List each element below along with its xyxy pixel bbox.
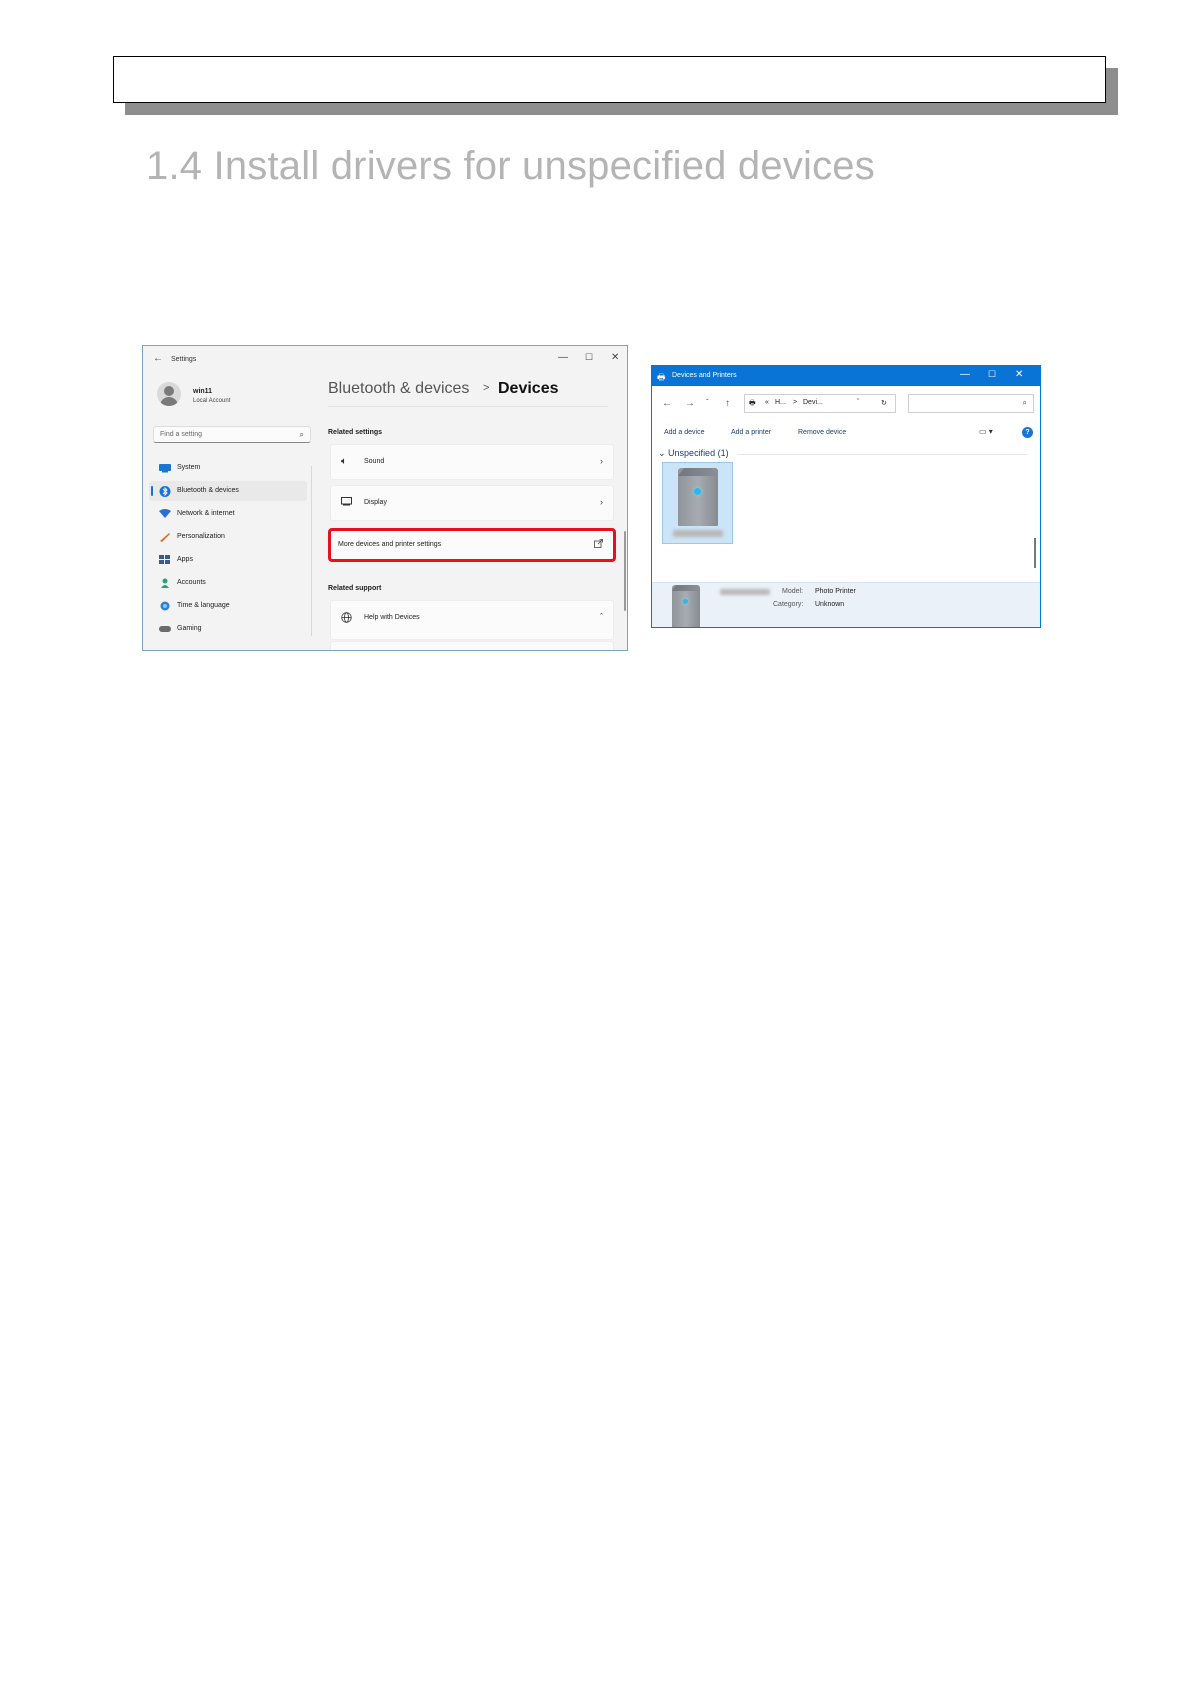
close-button[interactable]: ✕ bbox=[1015, 369, 1023, 380]
search-placeholder: Find a setting bbox=[160, 431, 203, 438]
help-with-devices[interactable]: Help with Devices ˆ bbox=[330, 600, 614, 640]
page-title: Devices bbox=[498, 380, 559, 397]
related-support-heading: Related support bbox=[328, 585, 382, 592]
device-tile[interactable] bbox=[662, 462, 733, 544]
user-name: win11 bbox=[193, 388, 213, 395]
device-tower-icon bbox=[678, 468, 718, 526]
forward-arrow-icon[interactable]: → bbox=[685, 398, 695, 409]
chevron-right-icon: › bbox=[600, 456, 603, 466]
breadcrumb-separator: > bbox=[483, 382, 490, 394]
group-divider bbox=[737, 454, 1027, 455]
sidebar-item-network[interactable]: Network & internet bbox=[149, 504, 307, 524]
remove-device-button[interactable]: Remove device bbox=[798, 429, 846, 436]
category-value: Unknown bbox=[815, 601, 845, 608]
sidebar-item-accounts[interactable]: Accounts bbox=[149, 573, 307, 593]
address-part-devices[interactable]: Devi... bbox=[803, 399, 823, 406]
chevron-right-icon: › bbox=[600, 497, 603, 507]
refresh-icon[interactable]: ↻ bbox=[881, 399, 887, 407]
devices-window-title: Devices and Printers bbox=[672, 372, 737, 379]
back-arrow-icon[interactable]: ← bbox=[153, 353, 163, 364]
settings-window-title: Settings bbox=[171, 356, 197, 363]
settings-title-bar: ← Settings — ☐ ✕ bbox=[143, 346, 627, 372]
device-name-redacted bbox=[720, 589, 770, 595]
gamepad-icon bbox=[159, 624, 171, 634]
chevron-up-icon: ˆ bbox=[600, 612, 603, 622]
category-label: Category: bbox=[773, 601, 804, 608]
add-printer-button[interactable]: Add a printer bbox=[731, 429, 771, 436]
search-input[interactable]: Find a setting ⌕ bbox=[153, 426, 311, 443]
add-device-button[interactable]: Add a device bbox=[664, 429, 704, 436]
device-tower-icon bbox=[672, 585, 700, 627]
wifi-icon bbox=[159, 509, 171, 519]
person-icon bbox=[159, 578, 171, 588]
avatar[interactable] bbox=[157, 382, 181, 406]
globe-icon bbox=[159, 601, 171, 611]
devices-title-bar: 🖶︎ Devices and Printers — ☐ ✕ bbox=[652, 366, 1040, 386]
sidebar-item-gaming[interactable]: Gaming bbox=[149, 619, 307, 639]
bluetooth-icon bbox=[159, 486, 171, 497]
recent-locations-icon[interactable]: ˇ bbox=[706, 398, 709, 407]
sidebar-item-personalization[interactable]: Personalization bbox=[149, 527, 307, 547]
help-content-row bbox=[330, 641, 614, 650]
maximize-button[interactable]: ☐ bbox=[585, 352, 593, 363]
devices-printers-icon: 🖶︎ bbox=[657, 372, 666, 382]
chevron-down-icon: ⌄ bbox=[658, 448, 669, 458]
group-header[interactable]: ⌄ Unspecified (1) bbox=[658, 448, 729, 459]
display-setting[interactable]: Display › bbox=[330, 485, 614, 521]
title-underline bbox=[328, 406, 608, 407]
related-settings-heading: Related settings bbox=[328, 429, 383, 436]
model-label: Model: bbox=[782, 588, 804, 595]
scrollbar[interactable] bbox=[624, 531, 626, 611]
external-link-icon bbox=[594, 539, 603, 550]
header-box bbox=[113, 56, 1106, 103]
account-type: Local Account bbox=[193, 398, 231, 404]
monitor-icon bbox=[159, 463, 171, 473]
sidebar-item-bluetooth-devices[interactable]: Bluetooth & devices bbox=[149, 481, 307, 501]
display-icon bbox=[341, 497, 352, 509]
model-value: Photo Printer bbox=[815, 588, 856, 595]
device-name-redacted bbox=[673, 530, 723, 537]
minimize-button[interactable]: — bbox=[558, 352, 568, 363]
globe-icon bbox=[341, 612, 352, 626]
help-icon[interactable]: ? bbox=[1022, 427, 1033, 438]
close-button[interactable]: ✕ bbox=[611, 352, 619, 363]
more-devices-printer-settings[interactable]: More devices and printer settings bbox=[328, 528, 616, 562]
speaker-icon: 🔈︎ bbox=[341, 456, 347, 467]
brush-icon bbox=[159, 532, 171, 542]
search-input[interactable]: ⌕ bbox=[908, 394, 1034, 413]
scrollbar[interactable] bbox=[1034, 538, 1036, 568]
apps-icon bbox=[159, 555, 171, 565]
minimize-button[interactable]: — bbox=[960, 369, 970, 380]
view-options-icon[interactable]: ▭ ▾ bbox=[979, 427, 993, 436]
search-icon: ⌕ bbox=[299, 430, 304, 439]
search-icon: ⌕ bbox=[1022, 398, 1027, 407]
devices-printers-window: 🖶︎ Devices and Printers — ☐ ✕ ← → ˇ ↑ 🖶︎… bbox=[651, 365, 1041, 628]
sound-setting[interactable]: 🔈︎ Sound › bbox=[330, 444, 614, 480]
sidebar-item-apps[interactable]: Apps bbox=[149, 550, 307, 570]
control-panel-icon: 🖶︎ bbox=[749, 400, 756, 407]
breadcrumb-parent[interactable]: Bluetooth & devices bbox=[328, 380, 469, 398]
sidebar-item-system[interactable]: System bbox=[149, 458, 307, 478]
sidebar-divider bbox=[311, 466, 312, 636]
address-bar[interactable]: 🖶︎ « H... > Devi... ˇ ↻ bbox=[744, 394, 896, 413]
settings-window: ← Settings — ☐ ✕ win11 Local Account Fin… bbox=[142, 345, 628, 651]
back-arrow-icon[interactable]: ← bbox=[662, 398, 672, 409]
sidebar-item-time-language[interactable]: Time & language bbox=[149, 596, 307, 616]
address-part-home[interactable]: H... bbox=[775, 399, 786, 406]
section-title: 1.4 Install drivers for unspecified devi… bbox=[146, 144, 875, 188]
up-arrow-icon[interactable]: ↑ bbox=[725, 398, 730, 409]
chevron-down-icon[interactable]: ˇ bbox=[857, 399, 859, 406]
details-pane: Model: Photo Printer Category: Unknown bbox=[652, 582, 1040, 627]
maximize-button[interactable]: ☐ bbox=[988, 369, 996, 380]
